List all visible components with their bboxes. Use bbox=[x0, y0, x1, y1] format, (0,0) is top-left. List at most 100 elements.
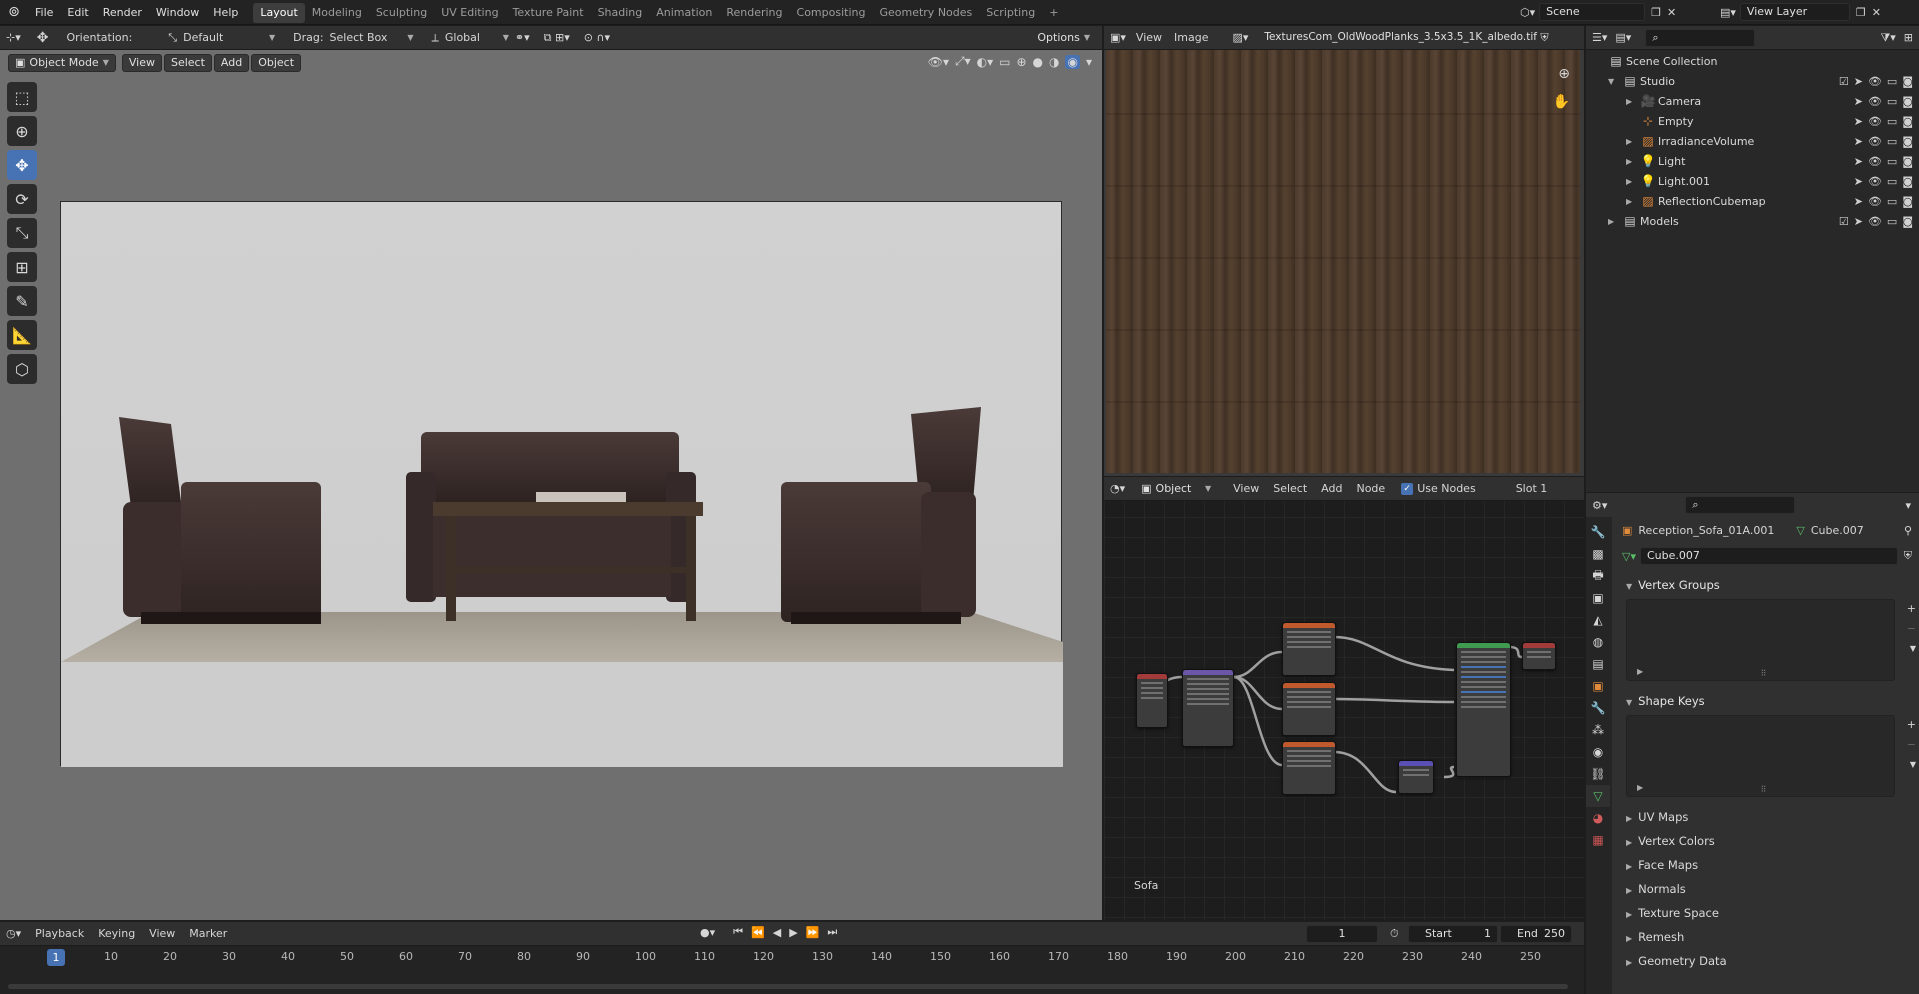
panel-remesh[interactable]: ▶ Remesh bbox=[1614, 925, 1919, 949]
node-texture-coord[interactable] bbox=[1136, 673, 1168, 728]
camera-render-icon[interactable]: ◙ bbox=[1902, 175, 1913, 188]
outliner-row-irradiancevolume[interactable]: ▶ ▨ IrradianceVolume ➤ 👁 ▭ ◙ bbox=[1586, 131, 1919, 151]
select-arrow-icon[interactable]: ➤ bbox=[1854, 215, 1863, 228]
viewport-menu-select[interactable]: Select bbox=[163, 54, 212, 72]
expand-arrow-icon[interactable]: ▶ bbox=[1637, 783, 1643, 792]
node-mapping[interactable] bbox=[1182, 669, 1234, 747]
eye-icon[interactable]: 👁 bbox=[1868, 215, 1882, 228]
display-mode-icon[interactable]: ▤▾ bbox=[1615, 31, 1631, 44]
timeline[interactable]: ◷▾ Playback Keying View Marker ●▾ ⏮ ⏪ ◀ ▶ ⏩… bbox=[0, 922, 1584, 994]
3d-viewport[interactable]: ⊹▾ ✥ Orientation: ⤡ Default ▼ Drag: Selec… bbox=[0, 26, 1102, 920]
menu-file[interactable]: File bbox=[28, 0, 60, 25]
filter-icon[interactable]: ⧩▾ bbox=[1880, 31, 1895, 45]
eye-icon[interactable]: 👁 bbox=[1868, 75, 1882, 88]
pin-icon[interactable]: ⚲ bbox=[1904, 524, 1912, 537]
pivot-icon[interactable]: ⚭▾ bbox=[515, 31, 530, 44]
viewport-menu-add[interactable]: Add bbox=[213, 54, 250, 72]
expand-arrow-icon[interactable]: ▶ bbox=[1626, 137, 1638, 146]
menu-help[interactable]: Help bbox=[206, 0, 245, 25]
monitor-icon[interactable]: ▭ bbox=[1887, 175, 1897, 188]
resize-grip-icon[interactable]: ⠿ bbox=[1761, 669, 1767, 678]
timeline-menu-marker[interactable]: Marker bbox=[189, 927, 227, 940]
rotate-tool-icon[interactable]: ⟳ bbox=[7, 184, 37, 214]
menu-edit[interactable]: Edit bbox=[60, 0, 95, 25]
vertex-groups-list[interactable]: + − ▼ ▶ ⠿ bbox=[1626, 599, 1916, 681]
checkbox-checked-icon[interactable]: ☑ bbox=[1839, 215, 1849, 228]
eye-icon[interactable]: 👁 bbox=[1868, 155, 1882, 168]
current-frame-field[interactable]: 1 bbox=[1306, 925, 1378, 943]
image-menu-image[interactable]: Image bbox=[1174, 31, 1208, 44]
tab-layout[interactable]: Layout bbox=[253, 3, 305, 23]
particles-tab-icon[interactable]: ⁂ bbox=[1586, 719, 1610, 741]
fake-user-icon[interactable]: ⛨ bbox=[1904, 549, 1912, 563]
node-image-texture-1[interactable] bbox=[1282, 622, 1336, 676]
add-workspace-button[interactable]: + bbox=[1042, 3, 1065, 23]
menu-render[interactable]: Render bbox=[96, 0, 149, 25]
eye-icon[interactable]: 👁 bbox=[1868, 95, 1882, 108]
outliner-row-light-001[interactable]: ▶ 💡 Light.001 ➤ 👁 ▭ ◙ bbox=[1586, 171, 1919, 191]
scene-field[interactable]: Scene bbox=[1539, 3, 1646, 21]
transform-space-dropdown[interactable]: Global ▼ bbox=[445, 31, 509, 44]
monitor-icon[interactable]: ▭ bbox=[1887, 215, 1897, 228]
proportional-edit-icon[interactable]: ⊙ ∩▾ bbox=[584, 31, 610, 44]
camera-render-icon[interactable]: ◙ bbox=[1902, 95, 1913, 108]
jump-start-icon[interactable]: ⏮ bbox=[733, 925, 743, 939]
camera-render-icon[interactable]: ◙ bbox=[1902, 155, 1913, 168]
options-dropdown[interactable]: Options ▼ bbox=[1031, 29, 1096, 47]
image-browse-icon[interactable]: ▨▾ bbox=[1232, 31, 1248, 44]
view-layer-selector[interactable]: ▤▾ View Layer ❐ ✕ bbox=[1720, 3, 1881, 21]
shape-keys-list[interactable]: + − ▼ ▶ ⠿ bbox=[1626, 715, 1916, 797]
panel-geometry-data[interactable]: ▶ Geometry Data bbox=[1614, 949, 1919, 973]
blender-logo-icon[interactable]: ⊚ bbox=[0, 4, 28, 20]
outliner-row-camera[interactable]: ▶ 🎥 Camera ➤ 👁 ▭ ◙ bbox=[1586, 91, 1919, 111]
record-icon[interactable]: ●▾ bbox=[700, 926, 715, 939]
timeline-menu-view[interactable]: View bbox=[149, 927, 175, 940]
select-arrow-icon[interactable]: ➤ bbox=[1854, 155, 1863, 168]
copy-scene-icon[interactable]: ❐ bbox=[1651, 6, 1661, 19]
overlay-icon[interactable]: ◐▾ bbox=[977, 55, 994, 69]
output-tab-icon[interactable]: 🖶 bbox=[1586, 565, 1610, 587]
scene-tab-icon[interactable]: ◭ bbox=[1586, 609, 1610, 631]
shading-options-icon[interactable]: ▾ bbox=[1086, 55, 1092, 69]
tab-animation[interactable]: Animation bbox=[649, 3, 719, 23]
tab-compositing[interactable]: Compositing bbox=[790, 3, 873, 23]
modifier-tab-icon[interactable]: 🔧 bbox=[1586, 697, 1610, 719]
camera-render-icon[interactable]: ◙ bbox=[1902, 195, 1913, 208]
outliner-row-models[interactable]: ▶ ▤ Models ☑ ➤ 👁 ▭ ◙ bbox=[1586, 211, 1919, 231]
timeline-type-icon[interactable]: ◷▾ bbox=[6, 927, 21, 940]
expand-arrow-icon[interactable]: ▶ bbox=[1626, 157, 1638, 166]
transform-tool-icon[interactable]: ⊞ bbox=[7, 252, 37, 282]
play-reverse-icon[interactable]: ◀ bbox=[773, 926, 781, 939]
panel-normals[interactable]: ▶ Normals bbox=[1614, 877, 1919, 901]
frame-ruler[interactable]: 10 20 30 40 50 60 70 80 90 100 110 120 130 140 150 160 1… bbox=[0, 948, 1584, 968]
rendered-shading-icon[interactable]: ◉ bbox=[1065, 54, 1080, 69]
monitor-icon[interactable]: ▭ bbox=[1887, 95, 1897, 108]
add-icon[interactable]: + bbox=[1907, 602, 1916, 615]
monitor-icon[interactable]: ▭ bbox=[1887, 155, 1897, 168]
end-frame-field[interactable]: End 250 bbox=[1500, 925, 1572, 943]
drag-dropdown[interactable]: Select Box ▼ bbox=[330, 31, 414, 44]
expand-arrow-icon[interactable]: ▶ bbox=[1626, 97, 1638, 106]
view-layer-tab-icon[interactable]: ▣ bbox=[1586, 587, 1610, 609]
tab-rendering[interactable]: Rendering bbox=[719, 3, 789, 23]
scale-tool-icon[interactable]: ⤡ bbox=[7, 218, 37, 248]
outliner-row-studio[interactable]: ▼ ▤ Studio ☑ ➤ 👁 ▭ ◙ bbox=[1586, 71, 1919, 91]
tab-scripting[interactable]: Scripting bbox=[979, 3, 1042, 23]
resize-grip-icon[interactable]: ⠿ bbox=[1761, 785, 1767, 794]
tab-texture-paint[interactable]: Texture Paint bbox=[506, 3, 591, 23]
solid-shading-icon[interactable]: ● bbox=[1033, 55, 1043, 69]
image-name-field[interactable]: TexturesCom_OldWoodPlanks_3.5x3.5_1K_alb… bbox=[1258, 28, 1537, 47]
tool-tab-icon[interactable]: 🔧 bbox=[1586, 521, 1610, 543]
gizmo-icon[interactable]: ⤢▾ bbox=[955, 54, 971, 69]
expand-arrow-icon[interactable]: ▶ bbox=[1608, 217, 1620, 226]
prev-keyframe-icon[interactable]: ⏪ bbox=[751, 926, 765, 939]
eye-icon[interactable]: 👁 bbox=[1868, 135, 1882, 148]
add-cube-tool-icon[interactable]: ⬡ bbox=[7, 354, 37, 384]
outliner-search-input[interactable]: ⌕ bbox=[1645, 28, 1756, 47]
material-tab-icon[interactable]: ◕ bbox=[1586, 807, 1610, 829]
viewport-menu-object[interactable]: Object bbox=[251, 54, 302, 72]
constraints-tab-icon[interactable]: ⛓ bbox=[1586, 763, 1610, 785]
copy-layer-icon[interactable]: ❐ bbox=[1856, 6, 1866, 19]
viewport-menu-view[interactable]: View bbox=[121, 54, 162, 72]
expand-arrow-icon[interactable]: ▶ bbox=[1637, 667, 1643, 676]
